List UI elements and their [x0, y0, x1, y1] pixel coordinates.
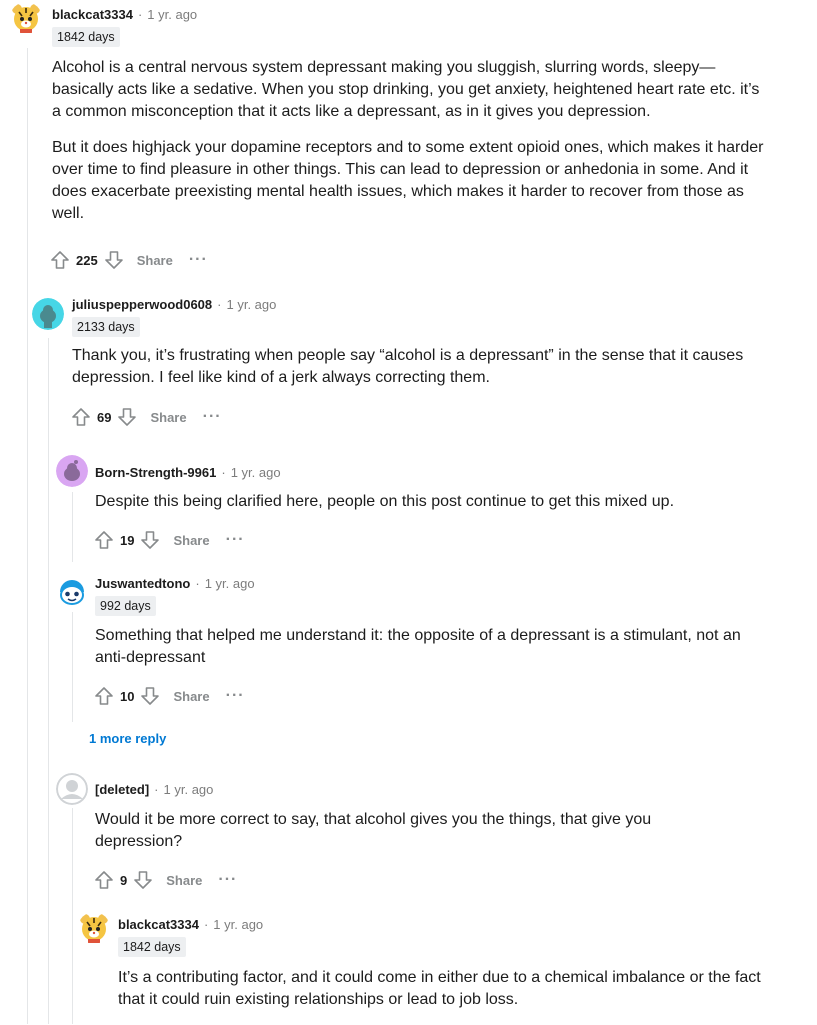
comment-actions: 19 Share ··· — [93, 527, 245, 553]
comment-body: Alcohol is a central nervous system depr… — [52, 57, 767, 239]
author-name[interactable]: juliuspepperwood0608 — [72, 297, 212, 312]
author-name[interactable]: [deleted] — [95, 782, 149, 797]
comment-paragraph: Thank you, it’s frustrating when people … — [72, 347, 744, 386]
upvote-arrow-icon[interactable] — [70, 406, 92, 428]
vote-count: 19 — [120, 532, 135, 548]
author-name[interactable]: blackcat3334 — [118, 917, 199, 932]
comment-body: Despite this being clarified here, peopl… — [95, 491, 785, 527]
user-flair: 1842 days — [52, 27, 120, 47]
upvote-arrow-icon[interactable] — [93, 685, 115, 707]
thread-line[interactable] — [72, 808, 73, 1024]
deleted-user-avatar-icon[interactable] — [56, 773, 88, 805]
more-options-button[interactable]: ··· — [203, 409, 222, 425]
downvote-arrow-icon[interactable] — [116, 406, 138, 428]
author-name[interactable]: blackcat3334 — [52, 7, 133, 22]
downvote-arrow-icon[interactable] — [139, 685, 161, 707]
comment-paragraph: Something that helped me understand it: … — [95, 627, 741, 666]
upvote-arrow-icon[interactable] — [93, 529, 115, 551]
user-flair: 2133 days — [72, 317, 140, 337]
comment-actions: 69 Share ··· — [70, 404, 222, 430]
comment-meta: [deleted] · 1 yr. ago — [95, 779, 213, 799]
user-flair: 1842 days — [118, 937, 186, 957]
separator: · — [217, 296, 222, 312]
more-options-button[interactable]: ··· — [189, 252, 208, 268]
comment-meta: blackcat3334 · 1 yr. ago — [52, 4, 197, 24]
more-options-button[interactable]: ··· — [218, 872, 237, 888]
downvote-arrow-icon[interactable] — [132, 869, 154, 891]
share-button[interactable]: Share — [166, 873, 202, 888]
downvote-arrow-icon[interactable] — [139, 529, 161, 551]
comment-actions: 9 Share ··· — [93, 867, 237, 893]
vote-count: 69 — [97, 409, 112, 425]
comment-meta: blackcat3334 · 1 yr. ago — [118, 914, 263, 934]
vote-count: 225 — [76, 252, 98, 268]
snoo-purple-avatar-icon[interactable] — [56, 455, 88, 487]
share-button[interactable]: Share — [173, 689, 209, 704]
comment-meta: juliuspepperwood0608 · 1 yr. ago — [72, 294, 276, 314]
timestamp[interactable]: 1 yr. ago — [213, 917, 263, 932]
comment-paragraph: Would it be more correct to say, that al… — [95, 811, 652, 850]
thread-line[interactable] — [72, 492, 73, 562]
vote-count: 10 — [120, 688, 135, 704]
comment-paragraph: But it does highjack your dopamine recep… — [52, 139, 764, 222]
snoo-teal-avatar-icon[interactable] — [32, 298, 64, 330]
separator: · — [137, 6, 143, 22]
separator: · — [221, 464, 226, 480]
upvote-arrow-icon[interactable] — [93, 869, 115, 891]
comment-meta: Born-Strength-9961 · 1 yr. ago — [95, 462, 281, 482]
vote-count: 9 — [120, 872, 128, 888]
separator: · — [195, 575, 200, 591]
upvote-arrow-icon[interactable] — [49, 249, 71, 271]
more-options-button[interactable]: ··· — [226, 688, 245, 704]
timestamp[interactable]: 1 yr. ago — [231, 465, 281, 480]
thread-line[interactable] — [27, 48, 28, 1024]
separator: · — [203, 916, 209, 932]
user-flair: 992 days — [95, 596, 156, 616]
timestamp[interactable]: 1 yr. ago — [227, 297, 277, 312]
tiger-avatar-icon[interactable] — [78, 912, 110, 944]
more-options-button[interactable]: ··· — [226, 532, 245, 548]
comment-paragraph: Alcohol is a central nervous system depr… — [52, 59, 760, 120]
share-button[interactable]: Share — [137, 253, 173, 268]
timestamp[interactable]: 1 yr. ago — [164, 782, 214, 797]
author-name[interactable]: Juswantedtono — [95, 576, 190, 591]
thread-line[interactable] — [48, 338, 49, 1024]
comment-body: Thank you, it’s frustrating when people … — [72, 345, 772, 403]
author-name[interactable]: Born-Strength-9961 — [95, 465, 216, 480]
comment-paragraph: It’s a contributing factor, and it could… — [118, 969, 761, 1008]
more-replies-link[interactable]: 1 more reply — [89, 731, 166, 746]
separator: · — [154, 781, 159, 797]
comment-body: It’s a contributing factor, and it could… — [118, 967, 783, 1025]
snoo-blue-avatar-icon[interactable] — [56, 576, 88, 608]
thread-line[interactable] — [72, 612, 73, 722]
comment-actions: 225 Share ··· — [49, 247, 208, 273]
comment-body: Something that helped me understand it: … — [95, 625, 765, 683]
tiger-avatar-icon[interactable] — [10, 2, 42, 34]
share-button[interactable]: Share — [150, 410, 186, 425]
timestamp[interactable]: 1 yr. ago — [147, 7, 197, 22]
share-button[interactable]: Share — [173, 533, 209, 548]
comment-body: Would it be more correct to say, that al… — [95, 809, 715, 867]
comment-actions: 10 Share ··· — [93, 683, 245, 709]
comment-meta: Juswantedtono · 1 yr. ago — [95, 573, 255, 593]
timestamp[interactable]: 1 yr. ago — [205, 576, 255, 591]
downvote-arrow-icon[interactable] — [103, 249, 125, 271]
comment-paragraph: Despite this being clarified here, peopl… — [95, 493, 675, 510]
